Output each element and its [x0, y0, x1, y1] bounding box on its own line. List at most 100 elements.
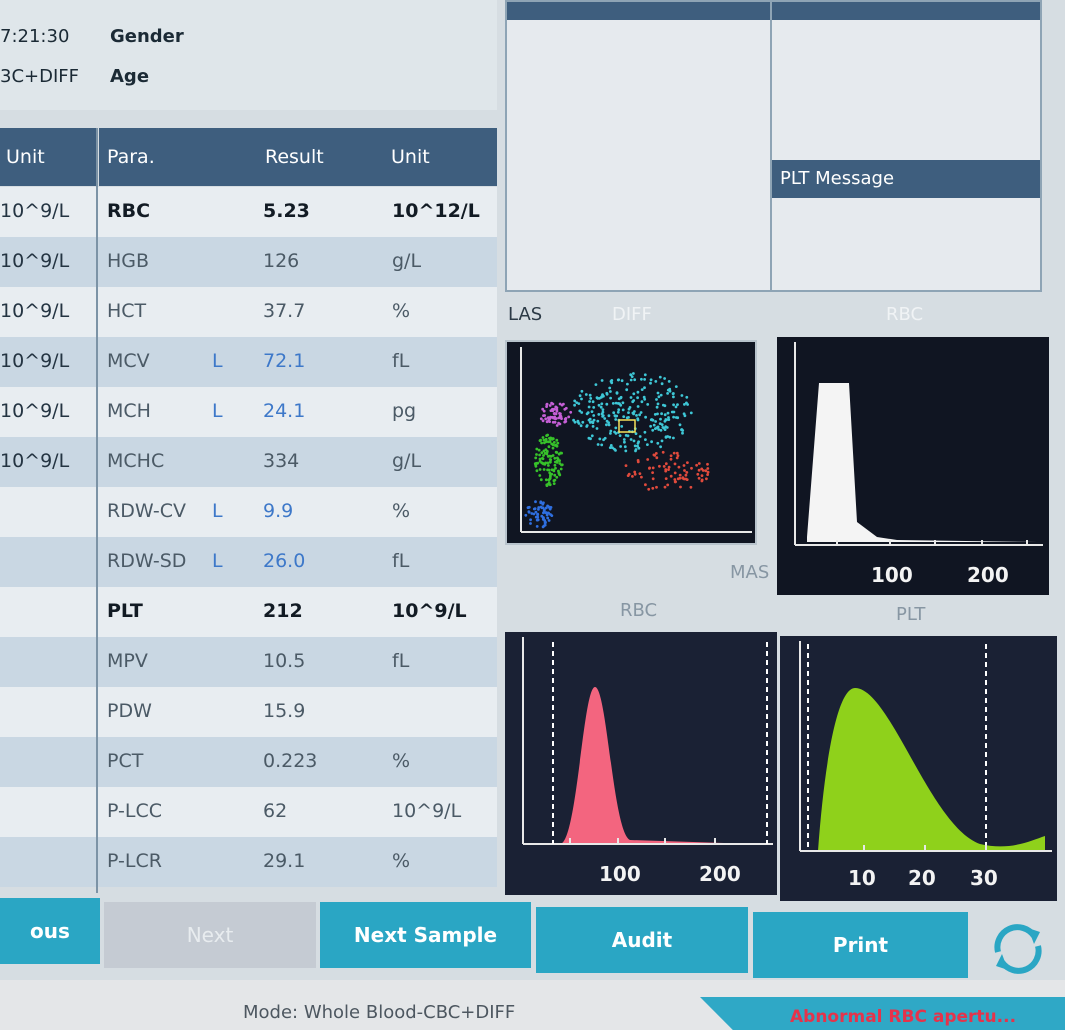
scatter-dot	[627, 411, 630, 414]
rbc-hist-svg	[522, 637, 773, 845]
scatter-dot	[631, 475, 634, 478]
scatter-dot	[646, 403, 650, 406]
result-header: Result	[265, 146, 324, 168]
plt-tick-10: 10	[848, 866, 876, 890]
scatter-dot	[689, 485, 693, 489]
scatter-dot	[661, 450, 665, 454]
scatter-dot	[541, 457, 545, 461]
param-unit: 10^9/L	[392, 800, 462, 822]
previous-button[interactable]: ous	[0, 898, 100, 964]
param-result: 26.0	[263, 550, 306, 572]
scatter-dot	[655, 456, 659, 460]
scatter-dot	[552, 468, 555, 472]
scatter-dot	[544, 478, 548, 482]
scatter-dot	[633, 410, 636, 413]
scatter-dot	[547, 468, 551, 472]
scatter-dot	[529, 518, 532, 522]
table-row	[0, 437, 497, 487]
scatter-dot	[549, 460, 552, 464]
scatter-dot	[677, 465, 681, 469]
scatter-dot	[680, 394, 684, 397]
param-unit: fL	[392, 550, 410, 572]
next-sample-button[interactable]: Next Sample	[320, 902, 531, 968]
scatter-dot	[538, 453, 541, 457]
scatter-dot	[624, 449, 628, 453]
scatter-dot	[619, 403, 623, 407]
scatter-dot	[666, 388, 670, 392]
scatter-dot	[637, 440, 640, 444]
scatter-dot	[644, 483, 647, 487]
param-result: 15.9	[263, 700, 306, 722]
rbc-top-title: RBC	[886, 304, 924, 325]
low-flag: L	[212, 350, 223, 372]
scatter-dot	[654, 427, 657, 430]
refresh-icon[interactable]	[988, 918, 1048, 978]
left-unit-cell: 10^9/L	[0, 400, 70, 422]
scatter-dot	[706, 462, 709, 466]
param-name: MCHC	[107, 450, 165, 472]
scatter-dot	[551, 402, 555, 406]
scatter-dot	[547, 481, 551, 484]
scatter-dot	[540, 441, 543, 445]
scatter-dot	[667, 468, 670, 471]
left-unit-header: Unit	[6, 146, 45, 168]
param-name: PLT	[107, 600, 143, 622]
scatter-dot	[669, 457, 673, 461]
scatter-dot	[614, 418, 618, 421]
scatter-dot	[635, 414, 638, 417]
scatter-dot	[558, 412, 561, 415]
scatter-dot	[652, 453, 656, 457]
next-button[interactable]: Next	[104, 902, 316, 968]
scatter-dot	[647, 487, 651, 491]
scatter-dot	[541, 461, 544, 465]
scatter-dot	[586, 411, 590, 414]
scatter-dot	[624, 434, 628, 437]
scatter-dot	[658, 464, 661, 468]
scatter-dot	[533, 507, 537, 510]
rbc-top-svg	[794, 342, 1043, 546]
scatter-dot	[665, 426, 669, 429]
param-result: 126	[263, 250, 300, 272]
scatter-dot	[662, 403, 665, 407]
scatter-dot	[598, 437, 602, 441]
param-result: 62	[263, 800, 288, 822]
scatter-dot	[613, 430, 616, 434]
scatter-dot	[656, 412, 659, 416]
scatter-dot	[672, 415, 675, 419]
param-name: HCT	[107, 300, 147, 322]
diff-scattergram	[505, 340, 757, 545]
scatter-dot	[662, 465, 666, 468]
scatter-dot	[562, 402, 565, 406]
scatter-dot	[651, 471, 654, 474]
scatter-dot	[659, 393, 663, 397]
mode-status: Mode: Whole Blood-CBC+DIFF	[243, 1002, 516, 1023]
scatter-dot	[551, 443, 555, 447]
table-row	[0, 387, 497, 437]
print-button[interactable]: Print	[753, 912, 968, 978]
scatter-dot	[654, 420, 657, 423]
scatter-dot	[700, 478, 704, 482]
scatter-dot	[592, 418, 596, 422]
scatter-dot	[534, 500, 537, 504]
table-row	[0, 687, 497, 737]
scatter-dot	[560, 451, 563, 455]
scatter-dot	[674, 385, 678, 388]
scatter-dot	[697, 468, 701, 472]
scatter-dot	[616, 410, 620, 414]
scatter-dot	[546, 461, 550, 465]
audit-button[interactable]: Audit	[536, 907, 748, 973]
scatter-dot	[551, 446, 555, 450]
scatter-dot	[636, 460, 640, 464]
table-row	[0, 637, 497, 687]
scatter-dot	[557, 452, 561, 456]
plt-message-label: PLT Message	[780, 168, 895, 189]
left-unit-cell: 10^9/L	[0, 450, 70, 472]
scatter-dot	[664, 477, 668, 480]
scatter-dot	[643, 378, 646, 381]
alert-text: Abnormal RBC apertu...	[790, 1007, 1017, 1027]
status-bar: Mode: Whole Blood-CBC+DIFF Abnormal RBC …	[0, 980, 1065, 1030]
scatter-dot	[625, 416, 629, 420]
alert-banner[interactable]: Abnormal RBC apertu...	[700, 997, 1065, 1030]
scatter-dot	[639, 411, 643, 414]
scatter-dot	[625, 388, 629, 392]
